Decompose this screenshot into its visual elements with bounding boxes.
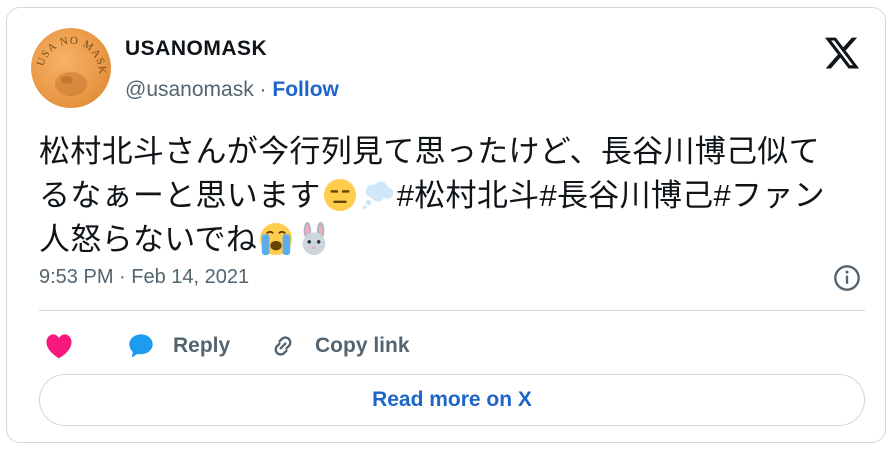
svg-text:USA NO MASK: USA NO MASK (35, 35, 108, 76)
tweet-line-3: 人怒らないでね (39, 218, 869, 262)
tweet-line-2: るなぁーと思います #松村北斗#長谷川博己#ファン (39, 174, 869, 218)
heart-icon (46, 334, 72, 359)
rabbit-face-emoji-icon (302, 222, 326, 256)
reply-label: Reply (173, 334, 231, 357)
handle-row: @usanomask · Follow (125, 78, 339, 102)
tweet-card: USA NO MASK USANOMASK @usanomask · Follo… (6, 7, 886, 443)
separator: · (253, 78, 273, 101)
tweet-line-3-text: 人怒らないでね (39, 222, 258, 257)
copy-link-button[interactable]: Copy link (269, 328, 410, 364)
timestamp[interactable]: 9:53 PM · Feb 14, 2021 (39, 266, 249, 289)
read-more-button[interactable]: Read more on X (39, 374, 865, 426)
reply-button[interactable]: Reply (127, 328, 230, 364)
loudly-crying-face-emoji-icon (260, 222, 293, 256)
divider (39, 310, 865, 311)
hashtags[interactable]: #松村北斗#長谷川博己#ファン (397, 178, 825, 213)
tweet-line-1: 松村北斗さんが今行列見て思ったけど、長谷川博己似て (39, 134, 820, 169)
follow-button[interactable]: Follow (272, 78, 339, 101)
link-icon (274, 336, 292, 356)
thought-balloon-emoji-icon (362, 181, 393, 210)
info-icon[interactable] (833, 264, 861, 292)
handle[interactable]: @usanomask (125, 78, 254, 101)
copy-link-label: Copy link (315, 334, 410, 357)
avatar[interactable]: USA NO MASK (31, 28, 111, 108)
x-logo-icon[interactable] (823, 34, 861, 72)
like-button[interactable] (45, 328, 91, 364)
reply-bubble-icon (129, 334, 153, 358)
tweet-text: 松村北斗さんが今行列見て思ったけど、長谷川博己似て るなぁーと思います #松村北… (39, 130, 869, 262)
avatar-image: USA NO MASK (35, 35, 108, 96)
display-name[interactable]: USANOMASK (125, 37, 267, 61)
tweet-line-2-text: るなぁーと思います (39, 178, 321, 213)
expressionless-face-emoji-icon (323, 178, 356, 212)
